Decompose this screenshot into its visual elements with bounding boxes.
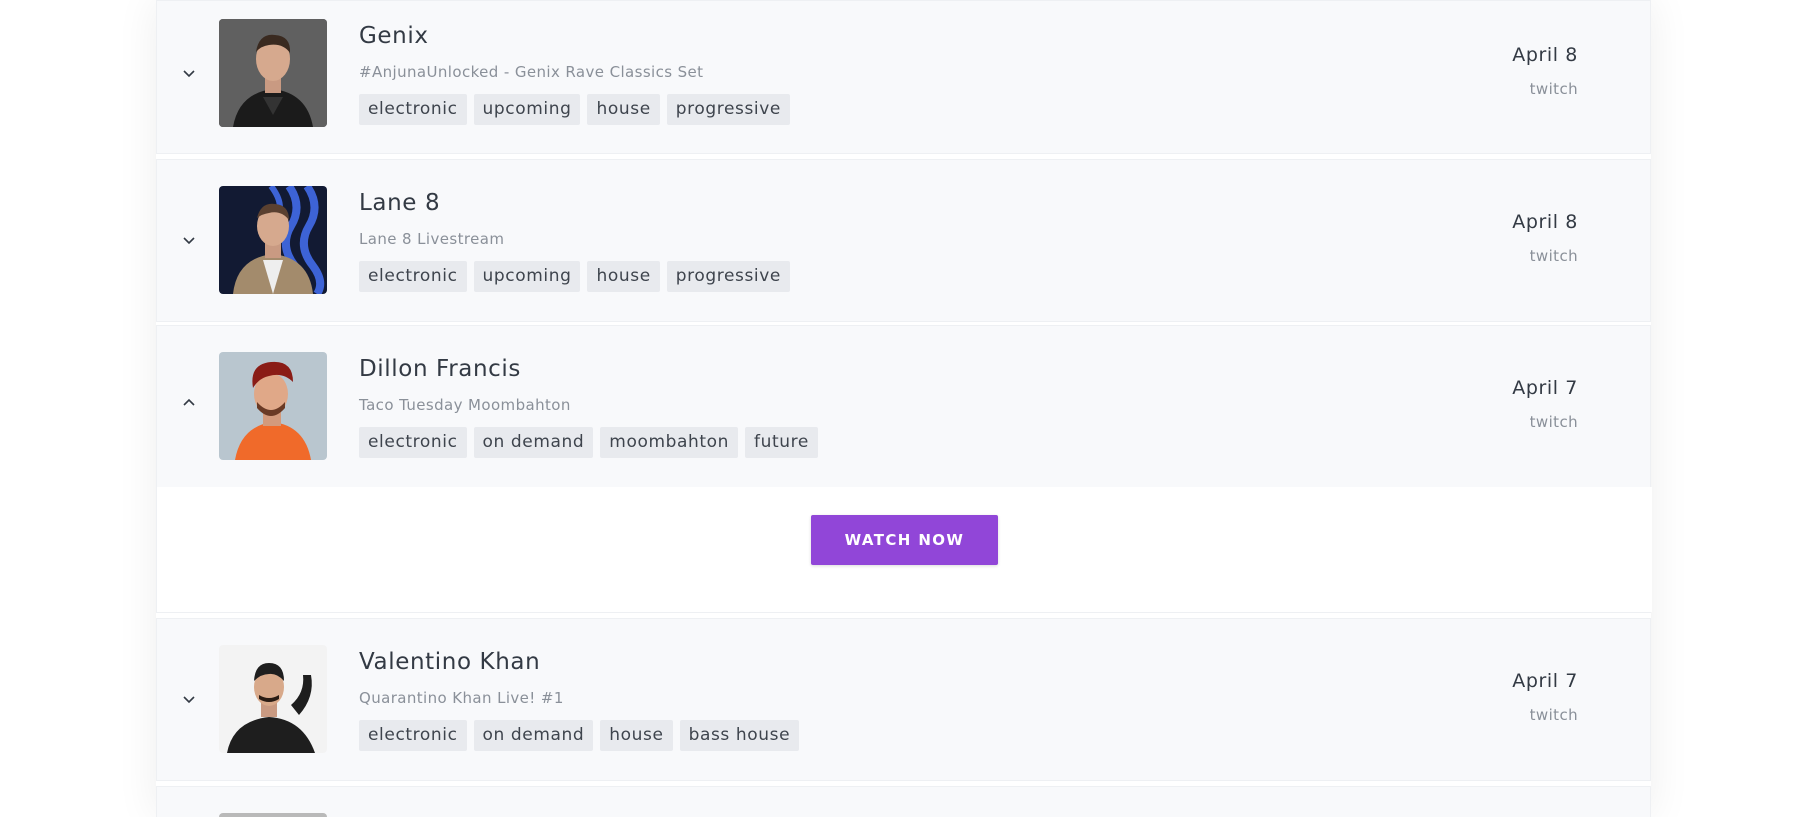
artist-name: Dillon Francis: [359, 356, 521, 382]
stream-card[interactable]: Valentino Khan Quarantino Khan Live! #1 …: [156, 618, 1651, 781]
artist-name: Lane 8: [359, 190, 441, 216]
status-tag[interactable]: upcoming: [473, 94, 581, 125]
page: Genix #AnjunaUnlocked - Genix Rave Class…: [0, 0, 1810, 817]
stream-row[interactable]: Dillon Francis Taco Tuesday Moombahton e…: [157, 326, 1650, 488]
status-tag[interactable]: upcoming: [473, 261, 581, 292]
status-tag[interactable]: on demand: [473, 720, 594, 751]
genre-tag[interactable]: future: [745, 427, 818, 458]
watch-now-button[interactable]: WATCH NOW: [811, 515, 998, 565]
event-title: Quarantino Khan Live! #1: [359, 689, 564, 707]
artist-avatar: [219, 19, 327, 127]
stream-platform: twitch: [1529, 247, 1578, 265]
chevron-up-icon[interactable]: [181, 395, 197, 411]
event-title: #AnjunaUnlocked - Genix Rave Classics Se…: [359, 63, 704, 81]
genre-tag[interactable]: electronic: [359, 94, 467, 125]
genre-tag[interactable]: house: [600, 720, 673, 751]
tag-list: electronic upcoming house progressive: [359, 261, 790, 292]
chevron-down-icon[interactable]: [181, 232, 197, 248]
artist-avatar: [219, 186, 327, 294]
artist-avatar: [219, 813, 327, 817]
stream-platform: twitch: [1529, 80, 1578, 98]
stream-card[interactable]: Lane 8 Lane 8 Livestream electronic upco…: [156, 159, 1651, 322]
tag-list: electronic on demand house bass house: [359, 720, 800, 751]
stream-date: April 7: [1512, 377, 1578, 399]
genre-tag[interactable]: moombahton: [600, 427, 739, 458]
stream-card-expanded[interactable]: Dillon Francis Taco Tuesday Moombahton e…: [156, 325, 1652, 613]
event-title: Taco Tuesday Moombahton: [359, 396, 571, 414]
artist-name: Valentino Khan: [359, 649, 541, 675]
artist-avatar: [219, 645, 327, 753]
genre-tag[interactable]: electronic: [359, 720, 467, 751]
stream-row[interactable]: Valentino Khan Quarantino Khan Live! #1 …: [157, 619, 1650, 780]
genre-tag[interactable]: house: [587, 261, 660, 292]
genre-tag[interactable]: electronic: [359, 427, 467, 458]
stream-date: April 8: [1512, 44, 1578, 66]
tag-list: electronic on demand moombahton future: [359, 427, 818, 458]
genre-tag[interactable]: bass house: [679, 720, 800, 751]
genre-tag[interactable]: progressive: [666, 261, 790, 292]
artist-name: Genix: [359, 23, 429, 49]
genre-tag[interactable]: house: [587, 94, 660, 125]
stream-date: April 7: [1512, 670, 1578, 692]
stream-details-panel: WATCH NOW: [157, 487, 1652, 612]
stream-platform: twitch: [1529, 413, 1578, 431]
genre-tag[interactable]: electronic: [359, 261, 467, 292]
stream-list: Genix #AnjunaUnlocked - Genix Rave Class…: [156, 0, 1652, 817]
genre-tag[interactable]: progressive: [666, 94, 790, 125]
stream-row[interactable]: Lane 8 Lane 8 Livestream electronic upco…: [157, 160, 1650, 321]
status-tag[interactable]: on demand: [473, 427, 594, 458]
event-title: Lane 8 Livestream: [359, 230, 505, 248]
stream-card[interactable]: Genix #AnjunaUnlocked - Genix Rave Class…: [156, 0, 1651, 154]
chevron-down-icon[interactable]: [181, 65, 197, 81]
stream-date: April 8: [1512, 211, 1578, 233]
stream-card[interactable]: [156, 786, 1651, 817]
tag-list: electronic upcoming house progressive: [359, 94, 790, 125]
stream-platform: twitch: [1529, 706, 1578, 724]
artist-avatar: [219, 352, 327, 460]
stream-row[interactable]: Genix #AnjunaUnlocked - Genix Rave Class…: [157, 1, 1650, 153]
chevron-down-icon[interactable]: [181, 691, 197, 707]
